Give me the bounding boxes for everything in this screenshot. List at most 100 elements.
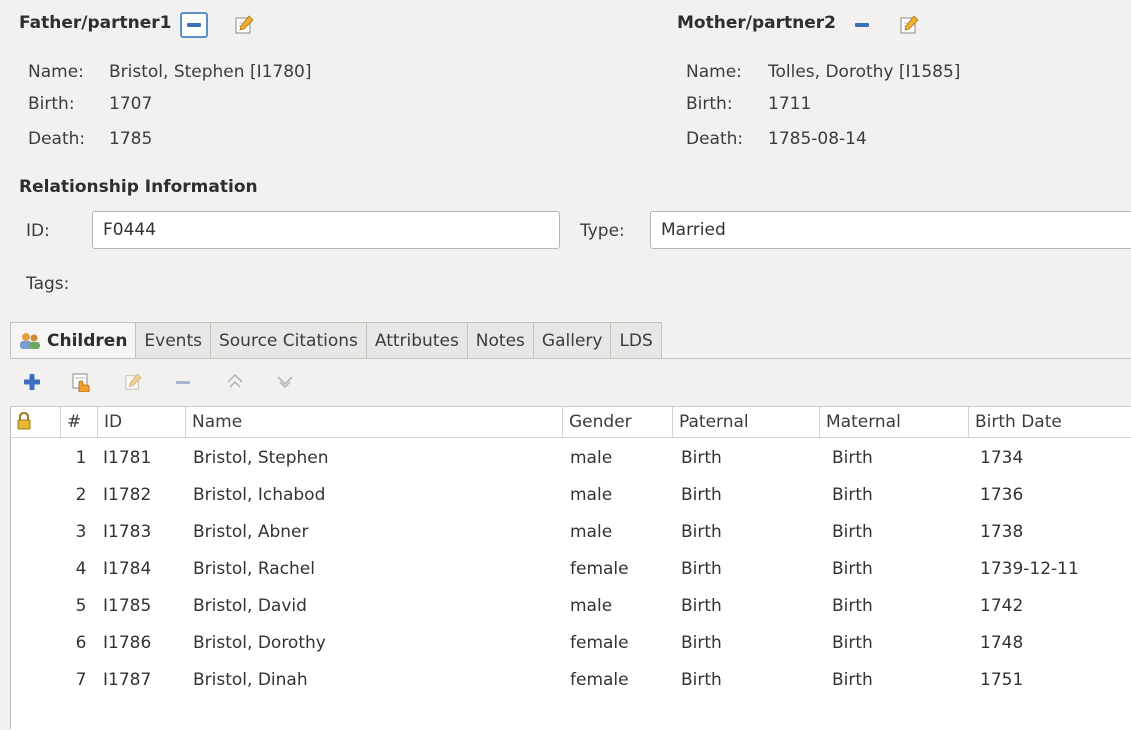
tab-notes-label: Notes [475,330,525,351]
type-combo[interactable]: Married [650,211,1131,249]
cell-birth-date: 1736 [980,485,1024,505]
cell-id: I1786 [103,633,152,653]
lock-icon [17,411,31,430]
column-maternal[interactable]: Maternal [819,407,968,437]
cell-maternal: Birth [832,559,873,579]
father-header: Father/partner1 [19,13,172,33]
type-label: Type: [580,221,625,241]
cell-gender: male [570,485,613,505]
column-number[interactable]: # [60,407,97,437]
tab-children[interactable]: Children [10,322,137,359]
remove-mother-button[interactable] [848,12,876,38]
table-row[interactable]: 4 I1784 Bristol, Rachel female Birth Birth 173… [10,551,1131,588]
remove-icon [176,380,190,384]
cell-gender: female [570,670,629,690]
cell-maternal: Birth [832,633,873,653]
tags-label: Tags: [26,274,70,294]
tab-events-label: Events [144,330,202,351]
table-left-border [10,406,11,729]
father-birth-label: Birth: [28,94,75,114]
tab-lds-label: LDS [619,330,653,351]
tab-gallery-label: Gallery [541,330,603,351]
tab-bar: Children Events Source Citations Attribu… [10,322,662,359]
mother-birth-label: Birth: [686,94,733,114]
table-row[interactable]: 6 I1786 Bristol, Dorothy female Birth Birth 17… [10,625,1131,662]
cell-name: Bristol, David [193,596,307,616]
cell-birth-date: 1739-12-11 [980,559,1079,579]
table-row[interactable]: 7 I1787 Bristol, Dinah female Birth Birth 1751 [10,662,1131,699]
tab-source-citations[interactable]: Source Citations [209,322,367,358]
cell-birth-date: 1748 [980,633,1024,653]
table-header: # ID Name Gender Paternal Maternal Birth… [10,407,1131,438]
cell-number: 3 [75,522,87,542]
father-name-value: Bristol, Stephen [I1780] [109,62,312,82]
tab-attributes[interactable]: Attributes [365,322,468,358]
column-id[interactable]: ID [97,407,185,437]
cell-id: I1782 [103,485,152,505]
cell-name: Bristol, Rachel [193,559,315,579]
cell-number: 7 [75,670,87,690]
column-private[interactable] [10,407,50,437]
cell-number: 2 [75,485,87,505]
move-down-button[interactable] [272,369,298,395]
tab-gallery[interactable]: Gallery [532,322,612,358]
cell-number: 5 [75,596,87,616]
cell-maternal: Birth [832,596,873,616]
cell-number: 6 [75,633,87,653]
cell-birth-date: 1738 [980,522,1024,542]
column-gender[interactable]: Gender [562,407,672,437]
add-icon [24,374,40,390]
remove-child-button[interactable] [170,369,196,395]
table-row[interactable]: 2 I1782 Bristol, Ichabod male Birth Birth 1736 [10,477,1131,514]
tab-notes[interactable]: Notes [466,322,534,358]
edit-mother-button[interactable] [895,12,923,38]
cell-maternal: Birth [832,448,873,468]
cell-gender: male [570,596,613,616]
mother-name-value: Tolles, Dorothy [I1585] [768,62,961,82]
father-name-label: Name: [28,62,84,82]
tab-lds[interactable]: LDS [610,322,662,358]
edit-icon [900,15,919,34]
edit-child-button[interactable] [120,369,146,395]
remove-father-button[interactable] [180,12,208,38]
cell-paternal: Birth [681,670,722,690]
edit-icon [235,15,254,34]
edit-father-button[interactable] [230,12,258,38]
cell-gender: male [570,448,613,468]
tab-children-label: Children [47,331,128,351]
tab-source-citations-label: Source Citations [218,330,358,351]
cell-maternal: Birth [832,670,873,690]
cell-name: Bristol, Ichabod [193,485,326,505]
relationship-header: Relationship Information [19,177,258,197]
father-death-label: Death: [28,129,86,149]
cell-birth-date: 1751 [980,670,1024,690]
minus-icon [187,23,201,27]
column-paternal[interactable]: Paternal [672,407,819,437]
table-row[interactable]: 5 I1785 Bristol, David male Birth Birth 1742 [10,588,1131,625]
table-row[interactable]: 3 I1783 Bristol, Abner male Birth Birth 1738 [10,514,1131,551]
add-child-button[interactable] [19,369,45,395]
mother-birth-value: 1711 [768,94,812,114]
add-existing-child-button[interactable] [68,369,94,395]
cell-name: Bristol, Abner [193,522,309,542]
tab-events[interactable]: Events [135,322,211,358]
column-name[interactable]: Name [185,407,562,437]
cell-maternal: Birth [832,522,873,542]
table-row[interactable]: 1 I1781 Bristol, Stephen male Birth Birth 1734 [10,440,1131,477]
tab-divider [10,358,1131,359]
id-field[interactable]: F0444 [92,211,560,249]
cell-gender: female [570,633,629,653]
father-birth-value: 1707 [109,94,153,114]
move-down-icon [277,376,293,389]
cell-paternal: Birth [681,559,722,579]
cell-id: I1783 [103,522,152,542]
father-death-value: 1785 [109,129,153,149]
cell-paternal: Birth [681,633,722,653]
cell-id: I1784 [103,559,152,579]
move-up-button[interactable] [222,369,248,395]
cell-paternal: Birth [681,596,722,616]
column-birth-date[interactable]: Birth Date [968,407,1131,437]
cell-number: 1 [75,448,87,468]
tab-attributes-label: Attributes [374,330,459,351]
cell-number: 4 [75,559,87,579]
